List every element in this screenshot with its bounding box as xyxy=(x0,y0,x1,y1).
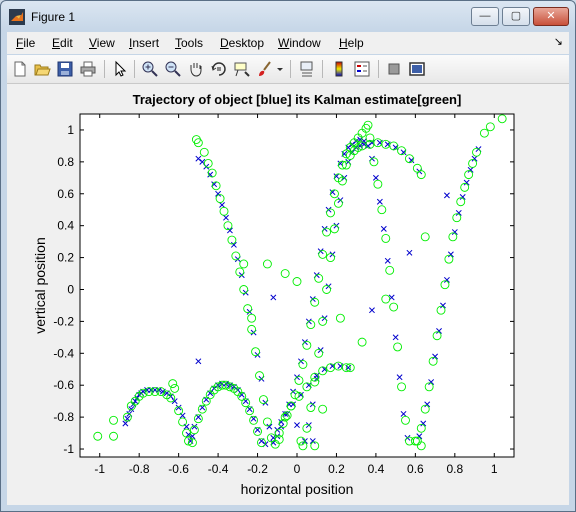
trajectory-chart[interactable]: -1 -0.8 -0.6 -0.4 -0.2 0 0.2 0.4 0.6 0.8 1 -1 -0.8 -0… xyxy=(7,84,569,505)
x-tick-label: -0.4 xyxy=(208,462,229,476)
x-tick-label: 0.4 xyxy=(368,462,385,476)
x-tick-label: -1 xyxy=(94,462,105,476)
x-tick-label: 1 xyxy=(491,462,498,476)
x-tick-label: -0.8 xyxy=(129,462,150,476)
toolbar-separator xyxy=(290,60,291,78)
y-axis-label: vertical position xyxy=(32,237,48,334)
y-tick-label: 0.6 xyxy=(57,187,74,201)
menu-tools[interactable]: Tools xyxy=(175,36,203,50)
y-tick-label: 0.8 xyxy=(57,155,74,169)
pan-hand-icon[interactable] xyxy=(187,60,205,78)
data-cursor-icon[interactable] xyxy=(233,60,251,78)
hide-plot-tools-icon[interactable] xyxy=(385,60,403,78)
x-tick-label: 0.8 xyxy=(446,462,463,476)
figure-canvas: -1 -0.8 -0.6 -0.4 -0.2 0 0.2 0.4 0.6 0.8 1 -1 -0.8 -0… xyxy=(7,84,569,505)
rotate-3d-icon[interactable] xyxy=(210,60,228,78)
zoom-in-icon[interactable] xyxy=(141,60,159,78)
figure-window: Figure 1 — ▢ ✕ File Edit View Insert Too… xyxy=(0,0,576,512)
menu-help[interactable]: Help xyxy=(339,36,364,50)
x-tick-label: 0.6 xyxy=(407,462,424,476)
menu-insert[interactable]: Insert xyxy=(129,36,159,50)
brush-icon[interactable] xyxy=(256,60,274,78)
window-title: Figure 1 xyxy=(31,10,76,24)
dock-figure-icon[interactable]: ↘ xyxy=(554,35,563,48)
x-tick-label: 0.2 xyxy=(328,462,345,476)
x-tick-label: -0.6 xyxy=(168,462,189,476)
y-tick-label: 0.4 xyxy=(57,219,74,233)
title-bar[interactable]: Figure 1 — ▢ ✕ xyxy=(1,1,575,31)
print-icon[interactable] xyxy=(79,60,97,78)
menu-view[interactable]: View xyxy=(89,36,115,50)
link-plot-icon[interactable] xyxy=(298,60,316,78)
save-icon[interactable] xyxy=(56,60,74,78)
menu-desktop[interactable]: Desktop xyxy=(220,36,264,50)
x-axis-label: horizontal position xyxy=(241,481,354,497)
minimize-button[interactable]: — xyxy=(471,7,499,26)
zoom-out-icon[interactable] xyxy=(164,60,182,78)
y-tick-label: 1 xyxy=(67,123,74,137)
x-tick-label: 0 xyxy=(294,462,301,476)
colorbar-icon[interactable] xyxy=(330,60,348,78)
maximize-button[interactable]: ▢ xyxy=(502,7,530,26)
legend-icon[interactable] xyxy=(353,60,371,78)
toolbar-separator xyxy=(378,60,379,78)
brush-dropdown-icon[interactable] xyxy=(276,60,284,78)
menu-edit[interactable]: Edit xyxy=(52,36,73,50)
edit-plot-arrow-icon[interactable] xyxy=(111,60,129,78)
y-tick-label: 0 xyxy=(67,282,74,296)
y-tick-label: -0.2 xyxy=(53,314,74,328)
new-figure-icon[interactable] xyxy=(11,60,29,78)
matlab-logo-icon xyxy=(9,9,25,25)
show-plot-tools-icon[interactable] xyxy=(408,60,426,78)
y-tick-label: 0.2 xyxy=(57,251,74,265)
chart-title: Trajectory of object [blue] its Kalman e… xyxy=(133,92,462,107)
y-tick-label: -1 xyxy=(63,442,74,456)
y-tick-label: -0.4 xyxy=(53,346,74,360)
close-button[interactable]: ✕ xyxy=(533,7,569,26)
menu-file[interactable]: File xyxy=(16,36,35,50)
x-tick-label: -0.2 xyxy=(247,462,268,476)
y-tick-label: -0.8 xyxy=(53,410,74,424)
toolbar-separator xyxy=(322,60,323,78)
menu-bar: File Edit View Insert Tools Desktop Wind… xyxy=(7,32,569,54)
y-tick-label: -0.6 xyxy=(53,378,74,392)
toolbar-separator xyxy=(134,60,135,78)
menu-window[interactable]: Window xyxy=(278,36,321,50)
figure-toolbar xyxy=(7,55,569,84)
open-file-icon[interactable] xyxy=(33,60,51,78)
toolbar-separator xyxy=(104,60,105,78)
